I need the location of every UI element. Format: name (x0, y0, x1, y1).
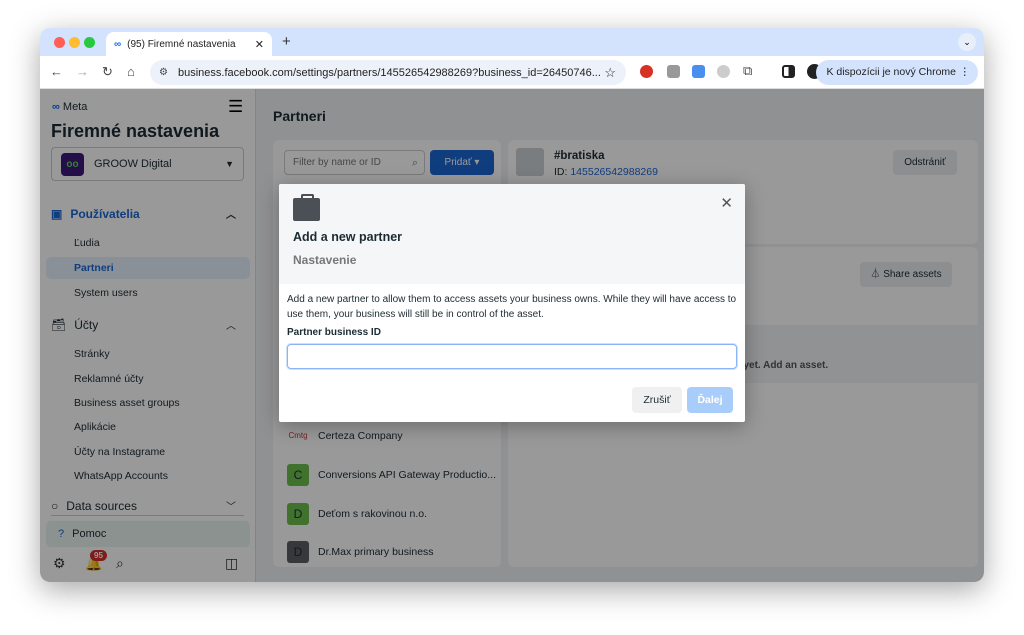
dialog-subtitle: Nastavenie (293, 253, 357, 267)
meta-icon: ∞ (114, 38, 122, 50)
tab-bar: ∞ (95) Firemné nastavenia ✕ + ⌄ (40, 28, 984, 56)
dialog-title: Add a new partner (293, 230, 403, 244)
side-panel-icon[interactable] (782, 65, 795, 78)
link-extension-icon[interactable] (717, 65, 730, 78)
new-tab-button[interactable]: + (282, 33, 291, 50)
code-extension-icon[interactable] (667, 65, 680, 78)
url-text: business.facebook.com/settings/partners/… (178, 66, 601, 79)
close-dialog-icon[interactable]: ✕ (720, 194, 733, 212)
forward-icon[interactable]: → (76, 64, 89, 79)
add-partner-dialog: ✕ Add a new partner Nastavenie Add a new… (279, 184, 745, 422)
dialog-description: Add a new partner to allow them to acces… (287, 294, 737, 320)
close-tab-icon[interactable]: ✕ (255, 38, 264, 51)
reload-icon[interactable]: ↻ (102, 64, 113, 80)
chrome-update-button[interactable]: K dispozícii je nový Chrome ⋮ (816, 60, 978, 85)
browser-toolbar: ← → ↻ ⌂ ⚙ business.facebook.com/settings… (40, 56, 984, 89)
briefcase-icon (293, 194, 320, 221)
partner-id-label: Partner business ID (287, 327, 381, 338)
tab-title: (95) Firemné nastavenia (127, 38, 236, 50)
extensions-puzzle-icon[interactable]: ⧉ (743, 63, 752, 79)
dialog-header: ✕ Add a new partner Nastavenie (279, 184, 745, 284)
partner-business-id-input[interactable] (287, 344, 737, 369)
home-icon[interactable]: ⌂ (127, 64, 135, 79)
page-content: ∞ Meta ☰ Firemné nastavenia oo GROOW Dig… (40, 89, 984, 582)
cancel-button[interactable]: Zrušiť (632, 387, 682, 413)
maximize-window-button[interactable] (84, 37, 95, 48)
tab-search-button[interactable]: ⌄ (958, 33, 976, 51)
browser-window: ∞ (95) Firemné nastavenia ✕ + ⌄ ← → ↻ ⌂ … (40, 28, 984, 582)
more-menu-icon[interactable]: ⋮ (960, 60, 971, 85)
chrome-update-label: K dispozícii je nový Chrome (826, 66, 956, 78)
site-info-icon[interactable]: ⚙ (159, 67, 168, 78)
back-icon[interactable]: ← (50, 64, 63, 79)
tag-extension-icon[interactable] (692, 65, 705, 78)
bookmark-star-icon[interactable]: ☆ (604, 65, 616, 81)
next-button[interactable]: Ďalej (687, 387, 733, 413)
address-bar[interactable]: ⚙ business.facebook.com/settings/partner… (150, 60, 626, 85)
close-window-button[interactable] (54, 37, 65, 48)
record-extension-icon[interactable] (640, 65, 653, 78)
minimize-window-button[interactable] (69, 37, 80, 48)
browser-tab[interactable]: ∞ (95) Firemné nastavenia ✕ (106, 32, 272, 56)
